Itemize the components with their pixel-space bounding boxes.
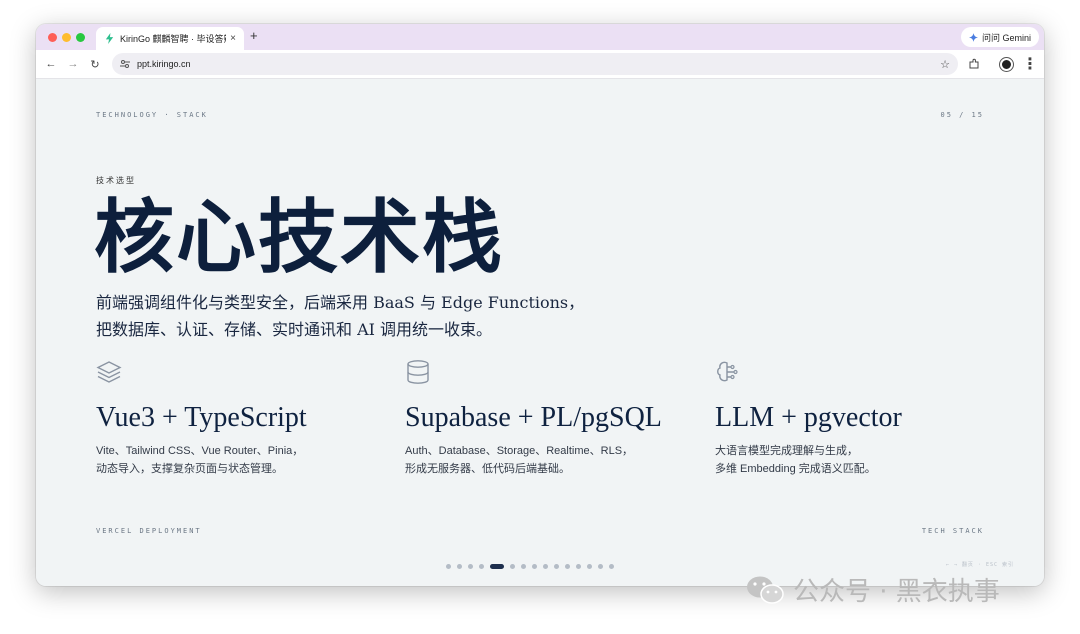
tab-close-icon[interactable]: ×	[230, 33, 236, 44]
gemini-button[interactable]: 问问 Gemini	[960, 27, 1039, 47]
pagination-dot[interactable]	[565, 564, 570, 569]
pagination-dot[interactable]	[479, 564, 484, 569]
brain-icon	[717, 361, 738, 382]
keyboard-nav-hint: ← → 翻页 · ESC 索引	[945, 562, 1014, 568]
desc-line-1: 大语言模型完成理解与生成，	[715, 445, 858, 457]
tab-bar: KirinGo 麒麟智聘 · 毕设答辩 × + 问问 Gemini	[36, 24, 1044, 50]
stack-column-backend: Supabase + PL/pgSQL Auth、Database、Storag…	[405, 359, 705, 478]
wechat-logo-icon	[747, 576, 784, 604]
back-arrow-icon[interactable]: ←	[44, 57, 58, 71]
pagination-dot[interactable]	[468, 564, 473, 569]
footer-right-label: TECH STACK	[921, 527, 984, 535]
stack-column-ai: LLM + pgvector 大语言模型完成理解与生成， 多维 Embeddin…	[715, 359, 1015, 478]
browser-window: KirinGo 麒麟智聘 · 毕设答辩 × + 问问 Gemini ← → ↻ …	[36, 24, 1044, 586]
pagination-dot[interactable]	[598, 564, 603, 569]
url-text: ppt.kiringo.cn	[137, 59, 191, 69]
active-tab[interactable]: KirinGo 麒麟智聘 · 毕设答辩 ×	[96, 27, 244, 50]
forward-arrow-icon[interactable]: →	[66, 57, 80, 71]
pagination-dot[interactable]	[576, 564, 581, 569]
stack-column-frontend: Vue3 + TypeScript Vite、Tailwind CSS、Vue …	[96, 359, 396, 478]
section-label: TECHNOLOGY · STACK	[96, 111, 208, 119]
watermark-text: 公众号 · 黑衣执事	[793, 577, 1000, 607]
close-window-button[interactable]	[48, 33, 57, 42]
column-title: LLM + pgvector	[715, 402, 902, 433]
minimize-window-button[interactable]	[62, 33, 71, 42]
pagination-dot[interactable]	[587, 564, 592, 569]
slide-pagination	[446, 564, 614, 569]
pagination-dot[interactable]	[609, 564, 614, 569]
gemini-sparkle-icon	[968, 32, 978, 42]
slide-headline: 核心技术栈	[94, 190, 504, 284]
watermark: 公众号 · 黑衣执事	[745, 571, 1000, 608]
pagination-dot[interactable]	[521, 564, 526, 569]
pagination-dot[interactable]	[457, 564, 462, 569]
column-title: Supabase + PL/pgSQL	[405, 402, 662, 433]
pagination-dot[interactable]	[510, 564, 515, 569]
footer-left-label: VERCEL DEPLOYMENT	[96, 527, 202, 535]
kiringo-favicon-icon	[105, 33, 114, 44]
new-tab-button[interactable]: +	[250, 28, 258, 43]
address-bar[interactable]: ppt.kiringo.cn ☆	[112, 53, 958, 75]
page-indicator: 05 / 15	[940, 111, 984, 119]
reload-icon[interactable]: ↻	[88, 57, 102, 71]
kicker-text: 技术选型	[96, 176, 136, 185]
browser-toolbar: ← → ↻ ppt.kiringo.cn ☆ ⋮	[36, 50, 1044, 79]
extensions-icon[interactable]	[966, 56, 982, 72]
desc-line-2: 动态导入，支撑复杂页面与状态管理。	[96, 463, 283, 475]
tab-title: KirinGo 麒麟智聘 · 毕设答辩	[120, 34, 227, 44]
column-title: Vue3 + TypeScript	[96, 402, 307, 433]
column-desc: Vite、Tailwind CSS、Vue Router、Pinia， 动态导入…	[96, 442, 396, 478]
desc-line-2: 多维 Embedding 完成语义匹配。	[715, 463, 876, 475]
subtitle-line-2: 把数据库、认证、存储、实时通讯和 AI 调用统一收束。	[96, 320, 493, 339]
pagination-dot[interactable]	[446, 564, 451, 569]
pagination-dot[interactable]	[554, 564, 559, 569]
site-settings-icon[interactable]	[120, 59, 130, 69]
layers-icon	[96, 361, 122, 383]
pagination-dot[interactable]	[543, 564, 548, 569]
pagination-dot[interactable]	[490, 564, 504, 569]
desc-line-2: 形成无服务器、低代码后端基础。	[405, 463, 570, 475]
subtitle-line-1: 前端强调组件化与类型安全，后端采用 BaaS 与 Edge Functions，	[96, 293, 585, 312]
gemini-label: 问问 Gemini	[981, 32, 1031, 43]
menu-kebab-icon[interactable]: ⋮	[1022, 56, 1038, 73]
profile-avatar[interactable]	[998, 56, 1014, 72]
bookmark-star-icon[interactable]: ☆	[940, 58, 950, 71]
column-desc: 大语言模型完成理解与生成， 多维 Embedding 完成语义匹配。	[715, 442, 1015, 478]
column-desc: Auth、Database、Storage、Realtime、RLS， 形成无服…	[405, 442, 705, 478]
slide-subtitle: 前端强调组件化与类型安全，后端采用 BaaS 与 Edge Functions，…	[96, 289, 696, 343]
pagination-dot[interactable]	[532, 564, 537, 569]
zoom-window-button[interactable]	[76, 33, 85, 42]
desc-line-1: Auth、Database、Storage、Realtime、RLS，	[405, 445, 634, 457]
database-icon	[407, 360, 429, 384]
slide: TECHNOLOGY · STACK 05 / 15 技术选型 核心技术栈 前端…	[36, 79, 1044, 586]
desc-line-1: Vite、Tailwind CSS、Vue Router、Pinia，	[96, 445, 304, 457]
